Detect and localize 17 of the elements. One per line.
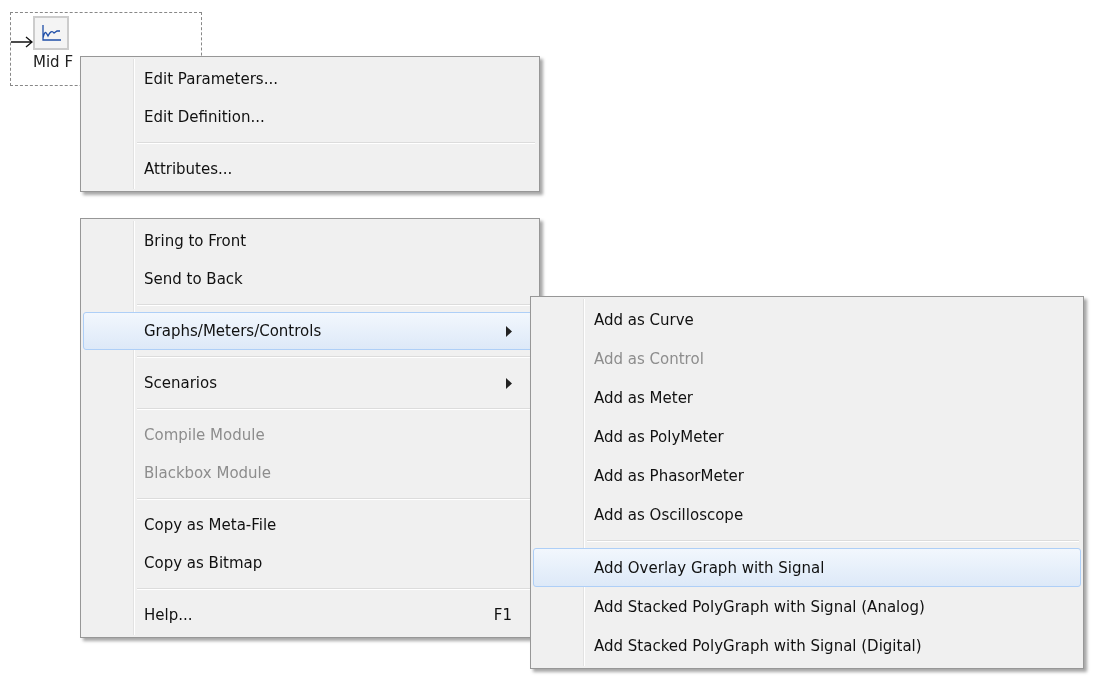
menu-item[interactable]: Attributes...	[83, 150, 537, 188]
menu-item[interactable]: Send to Back	[83, 260, 537, 298]
submenu-arrow-icon	[506, 377, 512, 389]
menu-item[interactable]: Add as PolyMeter	[533, 417, 1081, 456]
menu-item[interactable]: Add Overlay Graph with Signal	[533, 548, 1081, 587]
menu-item[interactable]: Add Stacked PolyGraph with Signal (Digital)	[533, 626, 1081, 665]
menu-item[interactable]: Bring to Front	[83, 222, 537, 260]
menu-item[interactable]: Edit Definition...	[83, 98, 537, 136]
graph-block[interactable]	[33, 16, 69, 50]
block-label: Mid F	[33, 53, 74, 71]
arrow-icon	[11, 36, 33, 48]
menu-item[interactable]: Edit Parameters...	[83, 60, 537, 98]
submenu-arrow-icon	[506, 325, 512, 337]
menu-item[interactable]: Add as Oscilloscope	[533, 495, 1081, 534]
menu-item[interactable]: Add Stacked PolyGraph with Signal (Analog)	[533, 587, 1081, 626]
menu-item[interactable]: Add as PhasorMeter	[533, 456, 1081, 495]
curve-icon	[40, 24, 62, 42]
